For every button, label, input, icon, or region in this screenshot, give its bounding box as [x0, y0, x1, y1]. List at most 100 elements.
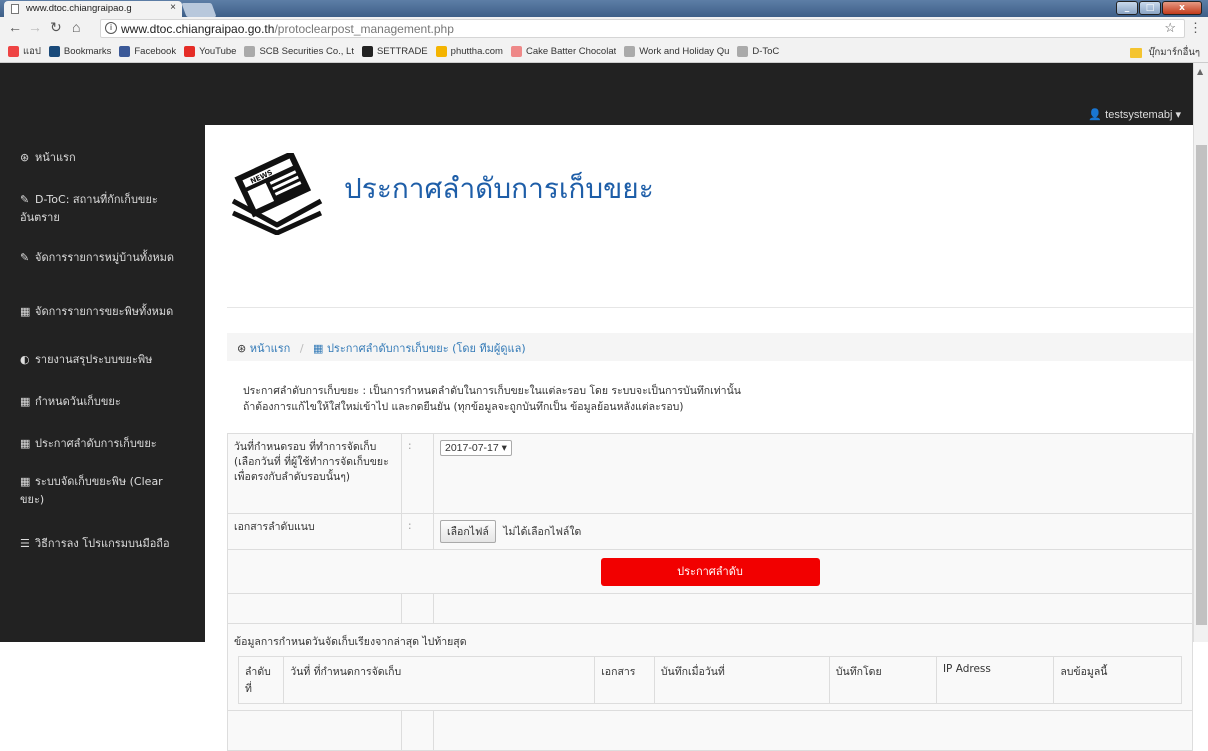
scroll-up-icon[interactable]: ▲	[1197, 67, 1203, 76]
sidebar-item-label: รายงานสรุประบบขยะพิษ	[35, 353, 153, 366]
folder-icon	[1130, 47, 1143, 58]
sidebar-item-label: กำหนดวันเก็บขยะ	[35, 395, 121, 408]
description-line: ประกาศลำดับการเก็บขยะ : เป็นการกำหนดลำดั…	[243, 385, 741, 397]
sidebar-item[interactable]: ⊛ หน้าแรก	[20, 149, 190, 167]
wrench-icon: ✎	[20, 251, 30, 264]
bookmark-item[interactable]: Facebook	[119, 45, 177, 57]
bookmark-label: Facebook	[134, 45, 177, 57]
bookmark-label: แอป	[23, 45, 41, 57]
menu-icon[interactable]: ⋮	[1189, 20, 1202, 36]
page-icon	[737, 45, 749, 57]
breadcrumb-home[interactable]: หน้าแรก	[250, 342, 291, 355]
page: 👤 testsystemabj ▾ ⊛ หน้าแรก ✎ D-ToC: สถานที…	[0, 63, 1208, 751]
page-icon	[624, 45, 636, 57]
bookmark-item[interactable]: Bookmarks	[48, 45, 112, 57]
star-icon	[48, 45, 60, 57]
newspaper-icon: NEWS	[231, 153, 323, 235]
address-bar[interactable]: i www.dtoc.chiangraipao.go.th/protoclear…	[100, 19, 1185, 38]
bookmark-star-icon[interactable]: ☆	[1164, 20, 1176, 36]
scrollbar-thumb[interactable]	[1196, 145, 1207, 625]
date-select[interactable]: 2017-07-17 ▾	[440, 440, 512, 456]
page-title: ประกาศลำดับการเก็บขยะ	[344, 172, 654, 205]
bookmark-label: SETTRADE	[376, 45, 428, 57]
forward-icon[interactable]: →	[28, 19, 42, 35]
browser-tab[interactable]: www.dtoc.chiangraipao.g ×	[4, 1, 182, 17]
url-host: www.dtoc.chiangraipao.go.th	[121, 22, 275, 36]
file-status: ไม่ได้เลือกไฟล์ใด	[503, 526, 582, 538]
bookmark-item[interactable]: YouTube	[184, 45, 236, 57]
date-select-value: 2017-07-17	[445, 442, 499, 454]
breadcrumb: ⊛ หน้าแรก / ▦ ประกาศลำดับการเก็บขยะ (โดย…	[227, 333, 1193, 361]
announce-form: วันที่กำหนดรอบ ที่ทำการจัดเก็บ (เลือกวัน…	[227, 433, 1193, 751]
column-header: ลบข้อมูลนี้	[1053, 656, 1182, 704]
breadcrumb-separator: /	[299, 342, 304, 355]
sidebar-item[interactable]: ▦ ประกาศลำดับการเก็บขยะ	[20, 435, 190, 453]
minimize-button[interactable]: _	[1116, 1, 1138, 15]
column-header: ลำดับที่	[237, 656, 285, 704]
sidebar-item[interactable]: ✎ จัดการรายการหมู่บ้านทั้งหมด	[20, 249, 190, 267]
home-icon[interactable]: ⌂	[72, 19, 80, 35]
bookmark-item[interactable]: Work and Holiday Qu	[624, 45, 730, 57]
table-header-row: ลำดับที่ วันที่ ที่กำหนดการจัดเก็บ เอกสารบ…	[237, 656, 1182, 704]
other-bookmarks-label: บุ๊กมาร์กอื่นๆ	[1148, 47, 1200, 58]
history-table: ลำดับที่ วันที่ ที่กำหนดการจัดเก็บ เอกสารบ…	[237, 656, 1182, 704]
apps-icon	[8, 45, 19, 57]
bookmark-label: Bookmarks	[63, 45, 112, 57]
bookmark-label: Work and Holiday Qu	[639, 45, 730, 57]
bookmark-label: phuttha.com	[450, 45, 503, 57]
bookmark-item[interactable]: แอป	[8, 44, 41, 59]
description-line: ถ้าต้องการแก้ไขให้ใส่ใหม่เข้าไป และกดยืน…	[243, 401, 684, 413]
bookmark-item[interactable]: phuttha.com	[435, 45, 503, 57]
bookmark-item[interactable]: Cake Batter Chocolat	[510, 45, 616, 57]
facebook-icon	[119, 45, 131, 57]
empty-cell	[433, 710, 1193, 751]
reload-icon[interactable]: ↻	[50, 19, 62, 36]
sidebar-item[interactable]: ▦ กำหนดวันเก็บขยะ	[20, 393, 190, 411]
tasks-icon: ☰	[20, 537, 30, 550]
sidebar-item[interactable]: ▦ ระบบจัดเก็บขยะพิษ (Clear ขยะ)	[20, 473, 190, 509]
sidebar-item[interactable]: ◐ รายงานสรุประบบขยะพิษ	[20, 351, 190, 369]
table-icon: ▦	[313, 342, 324, 355]
other-bookmarks[interactable]: บุ๊กมาร์กอื่นๆ	[1130, 45, 1200, 60]
column-header: บันทึกโดย	[828, 656, 937, 704]
bookmark-item[interactable]: SETTRADE	[361, 45, 428, 57]
cake-icon	[510, 45, 522, 57]
calendar-icon: ▦	[20, 437, 31, 450]
calendar-icon: ▦	[20, 305, 31, 318]
announce-submit-button[interactable]: ประกาศลำดับ	[600, 558, 820, 586]
sidebar-item[interactable]: ▦ จัดการรายการขยะพิษทั้งหมด	[20, 303, 190, 321]
sidebar-item[interactable]: ✎ D-ToC: สถานที่กักเก็บขยะอันตราย	[20, 191, 190, 227]
maximize-button[interactable]: □	[1139, 1, 1161, 15]
column-header: บันทึกเมื่อวันที่	[653, 656, 830, 704]
info-icon[interactable]: i	[105, 22, 117, 34]
scrollbar[interactable]: ▲	[1193, 63, 1208, 642]
choose-file-button[interactable]: เลือกไฟล์	[440, 520, 496, 543]
date-label: วันที่กำหนดรอบ ที่ทำการจัดเก็บ (เลือกวัน…	[227, 433, 402, 514]
sidebar-item[interactable]: ☰ วิธีการลง โปรแกรมบนมือถือ	[20, 535, 190, 553]
calendar-icon: ▦	[20, 395, 31, 408]
colon: :	[401, 513, 434, 550]
breadcrumb-current[interactable]: ประกาศลำดับการเก็บขยะ (โดย ทีมผู้ดูแล)	[327, 342, 526, 355]
sidebar-item-label: ประกาศลำดับการเก็บขยะ	[35, 437, 157, 450]
close-tab-icon[interactable]: ×	[170, 2, 176, 13]
phuttha-icon	[435, 45, 447, 57]
close-window-button[interactable]: x	[1162, 1, 1202, 15]
browser-toolbar: ← → ↻ ⌂ i www.dtoc.chiangraipao.go.th/pr…	[0, 17, 1208, 40]
divider	[227, 307, 1199, 308]
new-tab-button[interactable]	[181, 3, 217, 17]
caret-down-icon: ▾	[1175, 109, 1181, 121]
browser-titlebar: www.dtoc.chiangraipao.g × _ □ x	[0, 0, 1208, 17]
description: ประกาศลำดับการเก็บขยะ : เป็นการกำหนดลำดั…	[243, 383, 741, 415]
sidebar-item-label: D-ToC: สถานที่กักเก็บขยะอันตราย	[20, 193, 158, 224]
bookmark-label: D-ToC	[752, 45, 780, 57]
bookmark-item[interactable]: SCB Securities Co., Lt	[244, 45, 354, 57]
back-icon[interactable]: ←	[8, 19, 22, 35]
user-menu[interactable]: 👤 testsystemabj ▾	[1088, 108, 1181, 121]
empty-cell	[401, 593, 434, 624]
top-navbar: 👤 testsystemabj ▾	[0, 63, 1193, 125]
user-icon: 👤	[1088, 109, 1103, 121]
calendar-icon: ▦	[20, 475, 31, 488]
youtube-icon	[184, 45, 196, 57]
bookmark-item[interactable]: D-ToC	[737, 45, 780, 57]
window-controls: _ □ x	[1116, 1, 1202, 15]
